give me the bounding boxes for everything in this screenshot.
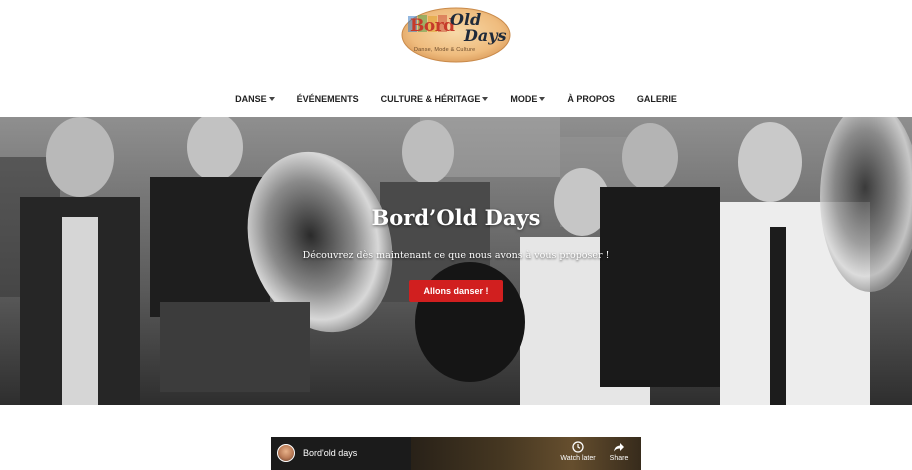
share-arrow-icon — [614, 443, 624, 452]
hero-banner: Bord’Old Days Découvrez dès maintenant c… — [0, 117, 912, 405]
nav-item-label: Mode — [510, 94, 538, 104]
watch-later-button[interactable]: Watch later — [556, 441, 600, 467]
nav-item-a-propos[interactable]: À propos — [556, 94, 626, 104]
nav-item-label: Danse — [235, 94, 267, 104]
logo-tagline: Danse, Mode & Culture — [414, 47, 476, 53]
watch-later-label: Watch later — [560, 455, 596, 462]
hero-subtitle: Découvrez dès maintenant ce que nous avo… — [302, 250, 610, 261]
nav-item-label: Événements — [296, 94, 359, 104]
nav-item-label: Galerie — [636, 94, 677, 104]
chevron-down-icon — [268, 97, 275, 101]
allons-danser-button[interactable]: Allons danser ! — [409, 280, 503, 302]
nav-item-culture-heritage[interactable]: Culture & Héritage — [370, 94, 500, 104]
chevron-down-icon — [482, 97, 489, 101]
nav-item-mode[interactable]: Mode — [499, 94, 556, 104]
channel-avatar[interactable] — [277, 444, 295, 462]
video-title[interactable]: Bord'old days — [303, 448, 357, 458]
logo-text: Bord Old Days Danse, Mode & Culture — [400, 6, 512, 64]
nav-item-danse[interactable]: Danse — [224, 94, 286, 104]
nav-item-label: Culture & Héritage — [380, 94, 481, 104]
logo-word-bord: Bord — [410, 16, 455, 36]
nav-item-evenements[interactable]: Événements — [286, 94, 370, 104]
logo-word-days: Days — [464, 26, 507, 45]
clock-icon — [572, 441, 584, 453]
share-button[interactable]: Share — [597, 441, 641, 467]
nav-item-galerie[interactable]: Galerie — [626, 94, 688, 104]
youtube-embed[interactable]: Bord'old days Watch later Share — [271, 437, 641, 470]
share-label: Share — [609, 455, 629, 462]
hero-title: Bord’Old Days — [371, 205, 541, 230]
hero-photo — [0, 117, 912, 405]
nav-item-label: À propos — [567, 94, 615, 104]
site-header: Bord Old Days Danse, Mode & Culture Dans… — [0, 0, 912, 116]
site-logo[interactable]: Bord Old Days Danse, Mode & Culture — [400, 6, 512, 64]
main-navigation: Danse Événements Culture & Héritage Mode… — [0, 88, 912, 110]
chevron-down-icon — [539, 97, 546, 101]
